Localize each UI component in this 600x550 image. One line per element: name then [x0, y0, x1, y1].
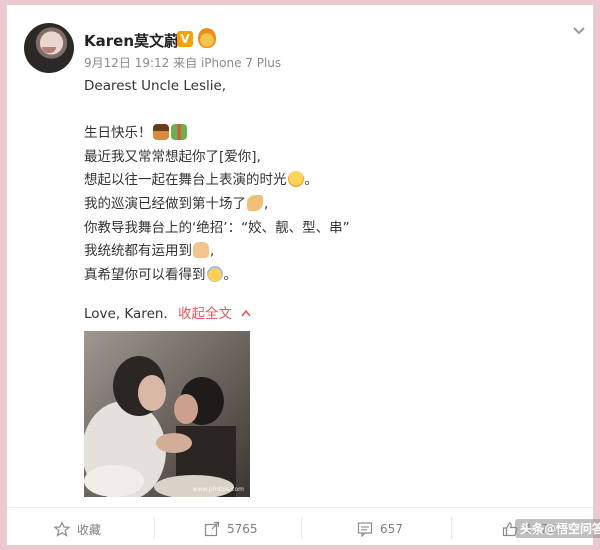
post-line: 我的巡演已经做到第十场了,	[84, 194, 269, 212]
post-meta: 9月12日 19:12 来自 iPhone 7 Plus	[84, 54, 281, 71]
post-line: 想起以往一起在舞台上表演的时光。	[84, 171, 318, 189]
source-watermark: 头条@悟空问答	[515, 519, 600, 538]
weibo-post-card: Karen莫文蔚 V 9月12日 19:12 来自 iPhone 7 Plus …	[6, 4, 600, 546]
post-time[interactable]: 9月12日 19:12	[84, 56, 169, 70]
fan-medal-icon[interactable]	[198, 28, 216, 48]
author-avatar[interactable]	[24, 23, 74, 73]
photo-illustration	[84, 331, 250, 497]
favorite-label: 收藏	[77, 522, 102, 537]
post-body: Dearest Uncle Leslie, 生日快乐！ 最近我又常常想起你了[爱…	[84, 75, 554, 287]
post-line: 真希望你可以看得到。	[84, 265, 237, 283]
post-photo[interactable]: www.photos.com	[84, 331, 250, 497]
chevron-up-icon[interactable]	[241, 309, 251, 317]
hand-emoji	[193, 242, 209, 259]
cake-emoji	[152, 124, 169, 141]
star-icon	[54, 521, 70, 537]
action-separator	[154, 517, 155, 539]
post-line: 你教导我舞台上的‘绝招’：“姣、靓、型、串”	[84, 219, 350, 236]
share-icon	[204, 521, 220, 537]
action-separator	[451, 517, 452, 539]
repost-count: 5765	[227, 522, 258, 536]
muscle-emoji	[247, 194, 263, 211]
chevron-down-icon[interactable]	[571, 23, 587, 39]
post-line-blank	[84, 99, 554, 123]
post-line: 生日快乐！	[84, 122, 554, 146]
comment-button[interactable]: 657	[357, 519, 403, 539]
verified-v-badge-icon: V	[177, 31, 193, 47]
action-bar-divider	[7, 507, 593, 508]
signoff-line: Love, Karen. 收起全文	[84, 302, 251, 322]
author-name[interactable]: Karen莫文蔚	[84, 30, 179, 51]
comment-icon	[357, 522, 373, 537]
blush-emoji	[287, 171, 304, 188]
gift-emoji	[170, 124, 187, 141]
photo-watermark: www.photos.com	[192, 486, 244, 493]
comment-count: 657	[380, 522, 403, 536]
action-separator	[301, 517, 302, 539]
post-line: Dearest Uncle Leslie,	[84, 78, 227, 94]
collapse-link[interactable]: 收起全文	[178, 306, 232, 322]
favorite-button[interactable]: 收藏	[54, 519, 101, 539]
repost-button[interactable]: 5765	[204, 519, 258, 539]
post-source: 来自 iPhone 7 Plus	[173, 56, 282, 70]
signoff-text: Love, Karen.	[84, 306, 168, 322]
post-line: 我统统都有运用到,	[84, 242, 215, 260]
post-line: 最近我又常常想起你了[爱你],	[84, 148, 261, 165]
scared-emoji	[206, 265, 223, 282]
